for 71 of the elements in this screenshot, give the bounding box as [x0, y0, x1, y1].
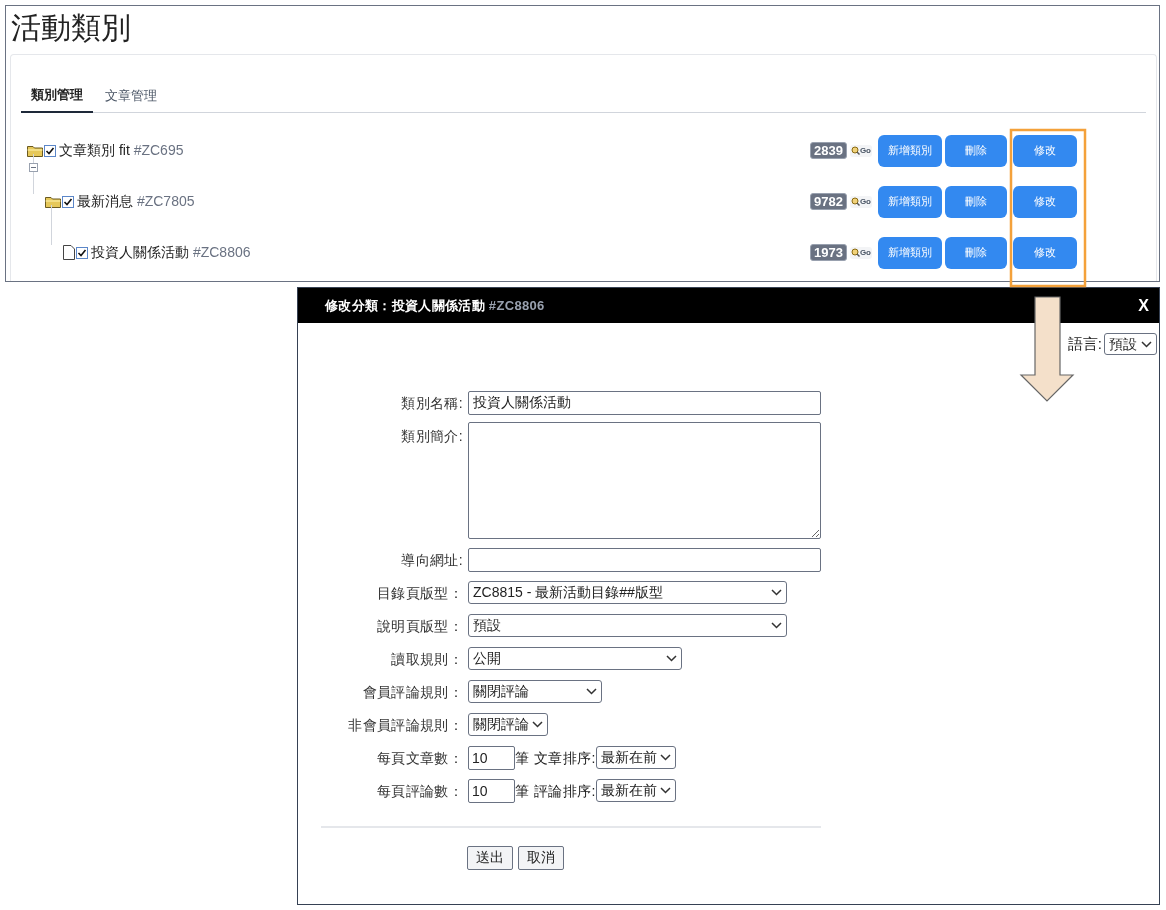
folder-icon	[45, 195, 61, 208]
number-field[interactable]: 10	[468, 745, 515, 770]
collapse-toggle-icon[interactable]	[29, 163, 38, 172]
field-label: 說明頁版型：	[375, 616, 463, 636]
select-field[interactable]: 預設	[468, 613, 787, 637]
number-field[interactable]: 10	[468, 778, 515, 803]
unit-label: 筆	[515, 748, 529, 768]
checkbox[interactable]	[62, 195, 74, 208]
tab[interactable]: 類別管理	[21, 84, 93, 113]
close-button[interactable]: X	[1138, 293, 1149, 318]
chevron-down-icon	[586, 687, 597, 695]
go-button[interactable]: Go	[849, 195, 872, 208]
magnifier-icon	[850, 248, 860, 257]
field-label: 每頁文章數：	[375, 748, 463, 768]
action-button[interactable]: 刪除	[945, 185, 1007, 218]
field-label: 類別名稱:	[400, 393, 463, 413]
page-title: 活動類別	[10, 10, 132, 46]
tab[interactable]: 文章管理	[97, 85, 165, 112]
form-button[interactable]: 送出	[467, 845, 513, 870]
magnifier-icon	[850, 146, 860, 155]
category-label: 文章類別 fit #ZC695	[59, 141, 184, 160]
action-button[interactable]: 新增類別	[878, 236, 942, 269]
input-field[interactable]	[468, 547, 821, 572]
action-button[interactable]: 刪除	[945, 236, 1007, 269]
unit-label: 筆	[515, 781, 529, 801]
chevron-down-icon	[771, 588, 782, 596]
chevron-down-icon	[666, 654, 677, 662]
sort-label: 文章排序:	[534, 748, 596, 768]
dialog-title: 修改分類：投資人關係活動 #ZC8806	[325, 296, 545, 315]
sort-label: 評論排序:	[534, 781, 596, 801]
count-badge: 9782	[809, 193, 847, 210]
input-field[interactable]: 投資人關係活動	[468, 390, 821, 415]
field-label: 每頁評論數：	[375, 781, 463, 801]
action-button[interactable]: 修改	[1013, 185, 1077, 218]
go-button[interactable]: Go	[849, 246, 872, 259]
field-label: 導向網址:	[400, 550, 463, 570]
action-button[interactable]: 新增類別	[878, 134, 942, 167]
form-button[interactable]: 取消	[518, 845, 564, 870]
category-label: 最新消息 #ZC7805	[77, 192, 195, 211]
go-button[interactable]: Go	[849, 144, 872, 157]
language-select[interactable]: 預設	[1104, 333, 1157, 356]
select-field[interactable]: 公開	[468, 646, 682, 670]
field-label: 讀取規則：	[390, 649, 463, 669]
folder-icon	[27, 144, 43, 157]
chevron-down-icon	[659, 787, 671, 794]
checkbox[interactable]	[44, 144, 56, 157]
action-button[interactable]: 新增類別	[878, 185, 942, 218]
action-button[interactable]: 刪除	[945, 134, 1007, 167]
select-field[interactable]: ZC8815 - 最新活動目錄##版型	[468, 580, 787, 604]
field-label: 會員評論規則：	[361, 682, 463, 702]
chevron-down-icon	[659, 754, 671, 761]
sort-select[interactable]: 最新在前	[595, 746, 676, 769]
checkbox[interactable]	[76, 246, 88, 259]
magnifier-icon	[850, 197, 860, 206]
field-label: 目錄頁版型：	[375, 583, 463, 603]
category-label: 投資人關係活動 #ZC8806	[91, 243, 251, 262]
sort-select[interactable]: 最新在前	[595, 779, 676, 802]
action-button[interactable]: 修改	[1013, 236, 1077, 269]
select-field[interactable]: 關閉評論	[468, 679, 602, 703]
chevron-down-icon	[771, 621, 782, 629]
count-badge: 1973	[809, 244, 847, 261]
chevron-down-icon	[1141, 340, 1152, 348]
action-button[interactable]: 修改	[1013, 134, 1077, 167]
document-icon	[63, 245, 75, 260]
language-label: 語言:	[1067, 334, 1102, 354]
select-field[interactable]: 關閉評論	[468, 712, 548, 736]
field-label: 非會員評論規則：	[347, 715, 463, 735]
count-badge: 2839	[809, 142, 847, 159]
field-label: 類別簡介:	[400, 426, 463, 446]
chevron-down-icon	[532, 720, 543, 728]
text-area[interactable]	[468, 421, 821, 539]
